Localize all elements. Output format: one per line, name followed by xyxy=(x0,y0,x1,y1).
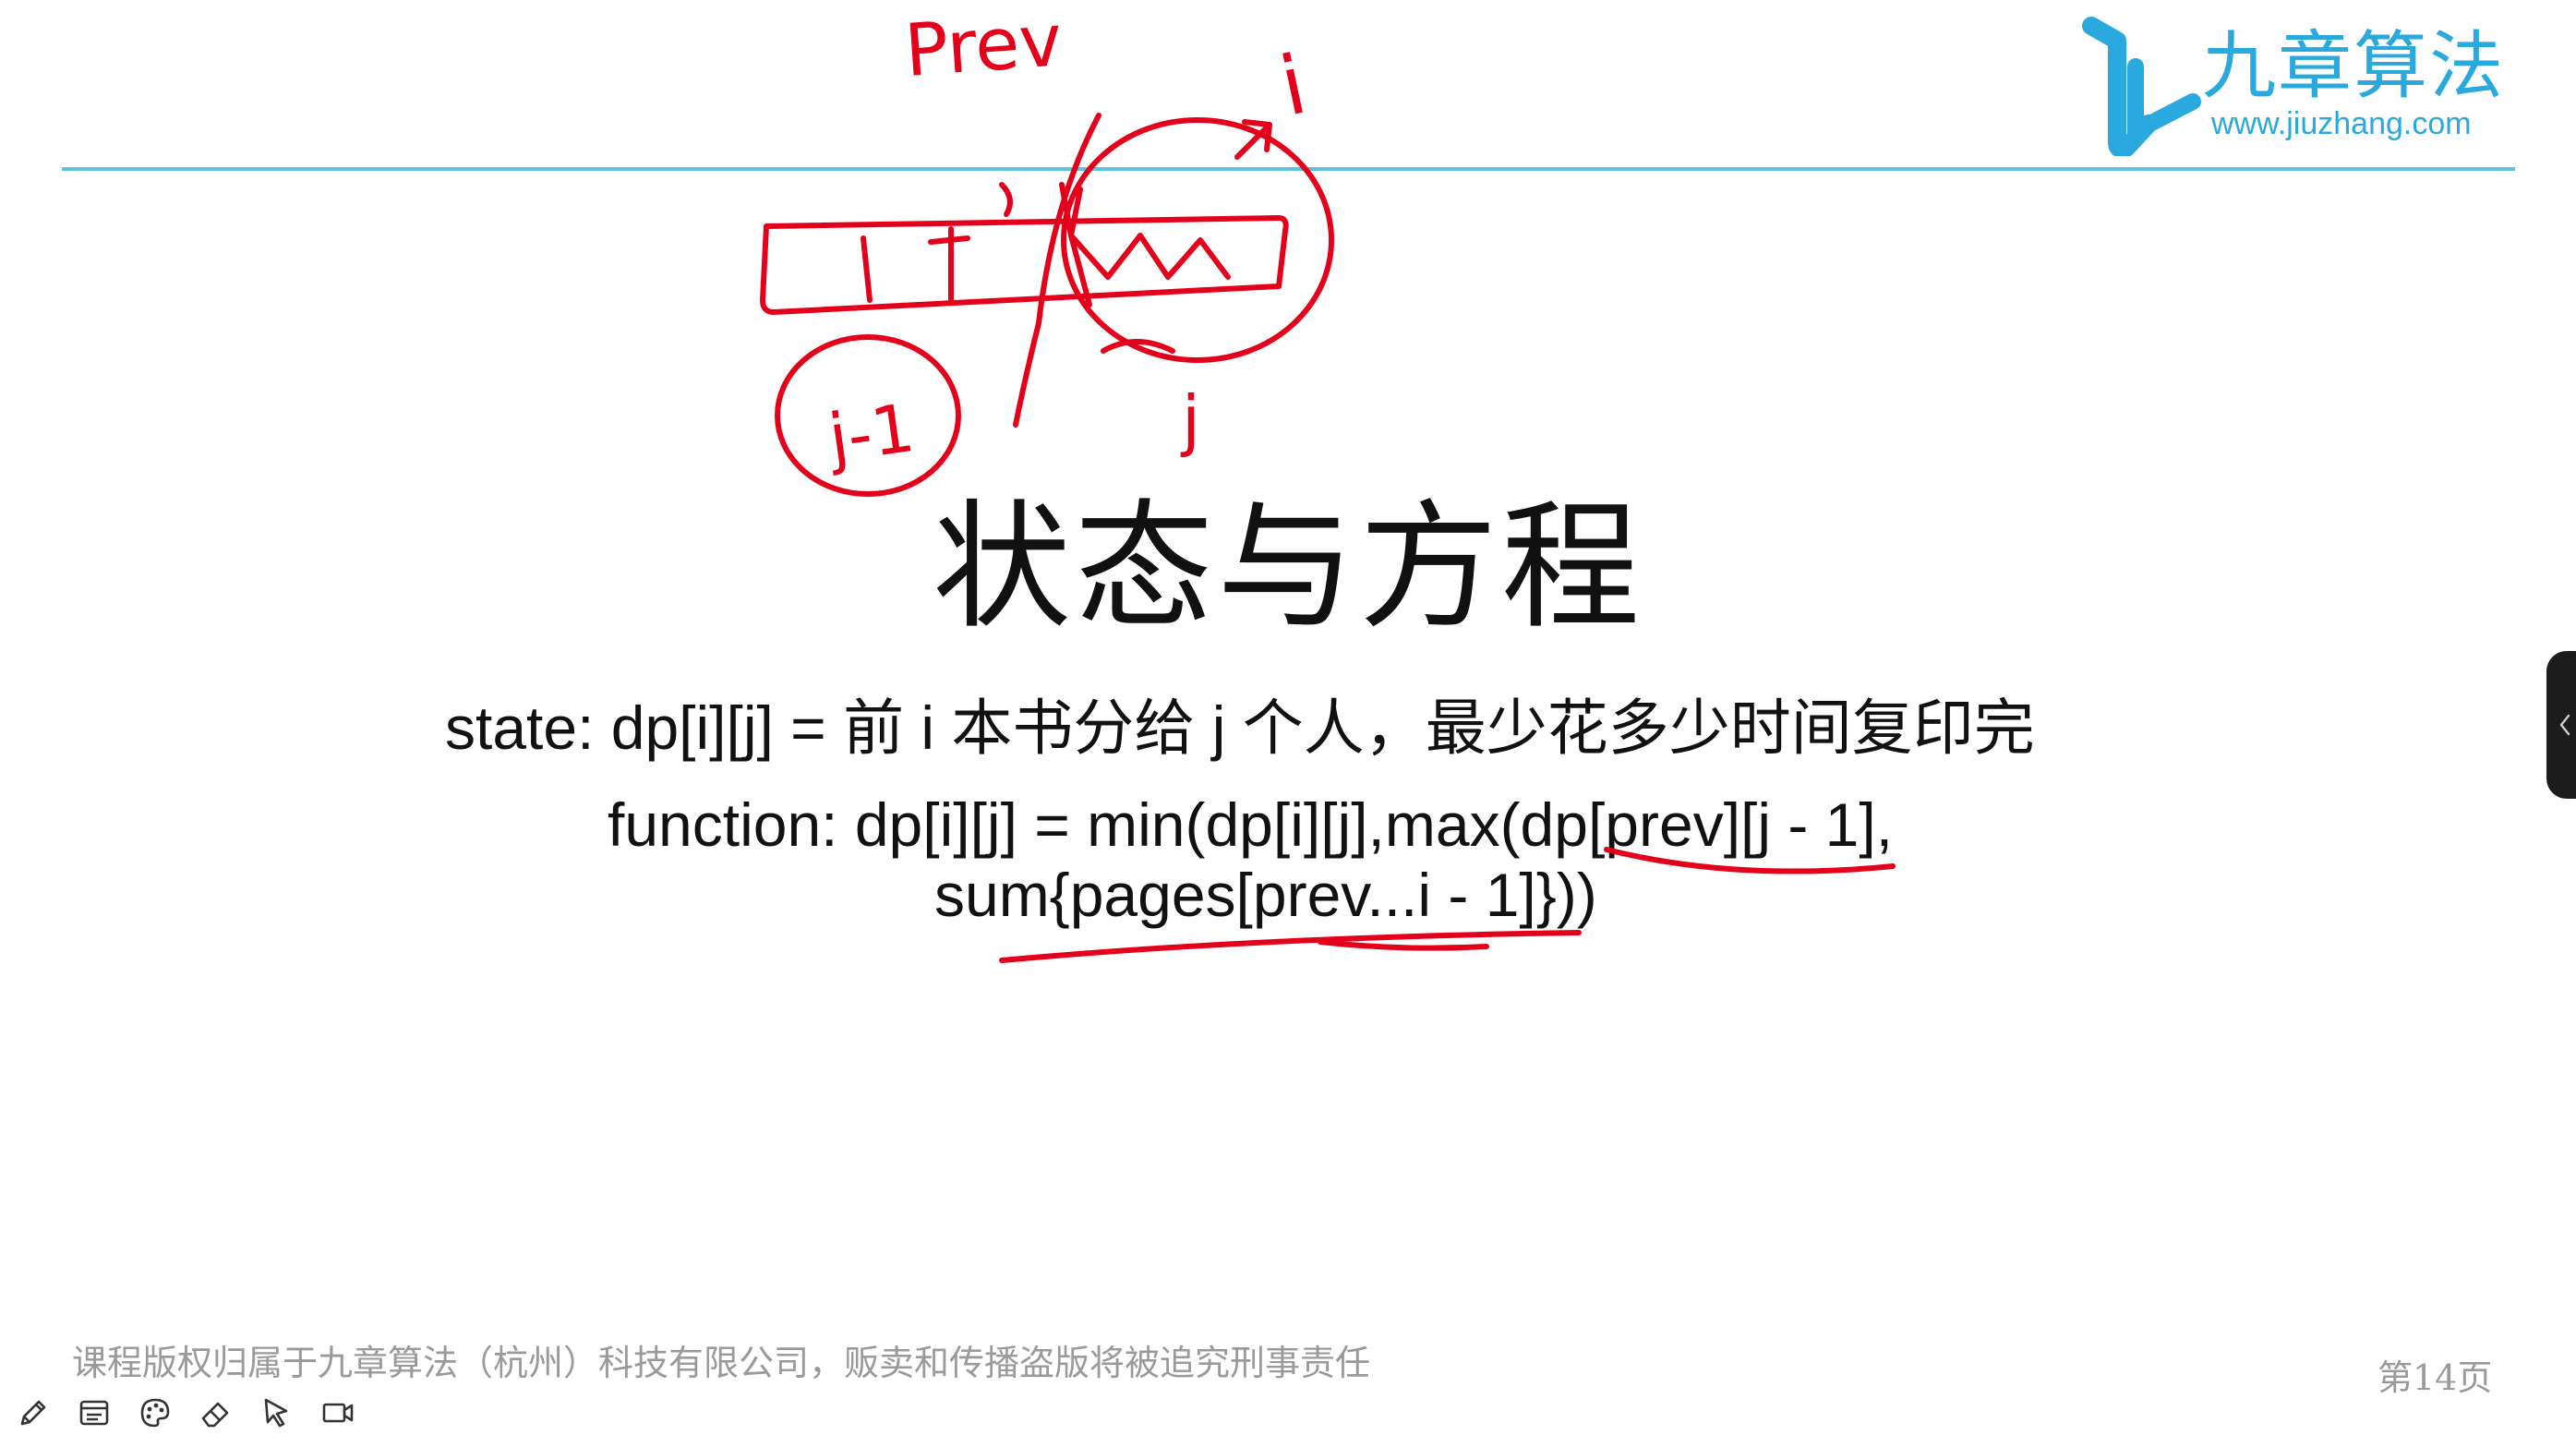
annotation-split-line xyxy=(1013,113,1101,428)
annotation-i-label: i xyxy=(1272,37,1314,135)
function-line-2: sum{pages[prev...i - 1]})) xyxy=(934,861,1597,929)
annotation-array-rect xyxy=(760,215,1289,315)
slide-page: 九章算法 www.jiuzhang.com 状态与方程 state: dp[i]… xyxy=(0,0,2576,1447)
pencil-icon xyxy=(20,1400,46,1426)
whiteboard-tool[interactable] xyxy=(74,1393,114,1433)
annotation-split-fan xyxy=(1059,182,1092,307)
brand-url: www.jiuzhang.com xyxy=(2211,106,2472,141)
state-definition: state: dp[i][j] = 前 i 本书分给 j 个人，最少花多少时间复… xyxy=(445,693,2035,762)
brand-logo: 九章算法 www.jiuzhang.com xyxy=(2064,13,2525,161)
brand-name: 九章算法 xyxy=(2202,23,2505,109)
header-rule xyxy=(62,167,2515,171)
color-tool[interactable] xyxy=(135,1393,175,1433)
copyright-notice: 课程版权归属于九章算法（杭州）科技有限公司，贩卖和传播盗版将被追究刑事责任 xyxy=(72,1343,1371,1383)
annotation-toolbar xyxy=(13,1390,358,1436)
annotation-prev-label: Prev xyxy=(902,0,1065,93)
chevron-left-icon xyxy=(2559,714,2570,736)
eraser-icon xyxy=(201,1402,229,1428)
annotation-circle-j-minus-1 xyxy=(775,334,961,497)
slide-title: 状态与方程 xyxy=(932,488,1643,648)
page-number: 第14页 xyxy=(2377,1357,2493,1398)
eraser-tool[interactable] xyxy=(196,1393,236,1433)
jiuzhang-logo-icon xyxy=(2082,17,2201,156)
annotation-circle-i xyxy=(1061,117,1334,363)
annotation-underline-pages xyxy=(999,930,1582,963)
annotation-underline-pages-2 xyxy=(1318,939,1489,951)
annotation-zigzag xyxy=(1068,233,1231,280)
function-line-1: function: dp[i][j] = min(dp[i][j],max(dp… xyxy=(608,790,1894,859)
annotation-j-label: j xyxy=(1180,381,1200,459)
annotation-tick-4 xyxy=(999,182,1013,217)
annotation-arrow-i xyxy=(1234,119,1272,160)
pointer-icon xyxy=(264,1398,288,1428)
annotation-circle-tail xyxy=(1101,339,1175,354)
whiteboard-icon xyxy=(79,1400,109,1426)
annotation-tick-1 xyxy=(861,235,873,303)
annotation-j-minus-1-label: j-1 xyxy=(823,389,920,477)
pointer-tool[interactable] xyxy=(257,1393,297,1433)
palette-icon xyxy=(140,1398,170,1428)
camera-icon xyxy=(322,1403,354,1423)
camera-tool[interactable] xyxy=(318,1393,358,1433)
side-panel-toggle[interactable] xyxy=(2546,651,2576,799)
annotation-tick-3 xyxy=(928,235,970,245)
pencil-tool[interactable] xyxy=(13,1393,54,1433)
